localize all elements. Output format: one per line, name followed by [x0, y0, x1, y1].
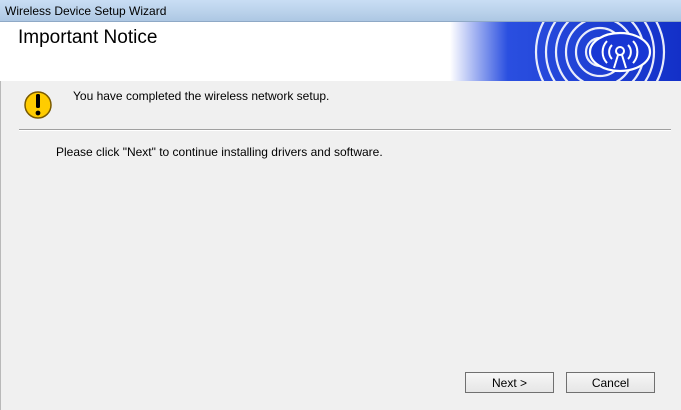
next-button[interactable]: Next >	[465, 372, 554, 393]
separator	[19, 129, 671, 131]
title-bar[interactable]: Wireless Device Setup Wizard	[0, 0, 681, 22]
window-title: Wireless Device Setup Wizard	[5, 4, 167, 18]
cancel-button[interactable]: Cancel	[566, 372, 655, 393]
header-band: Important Notice	[0, 22, 681, 82]
content-area: You have completed the wireless network …	[0, 81, 681, 410]
warning-exclamation-icon	[24, 91, 52, 119]
page-title: Important Notice	[18, 27, 158, 48]
wireless-signal-logo-icon	[450, 22, 681, 81]
instruction-text: Please click "Next" to continue installi…	[56, 145, 383, 159]
wizard-window: Wireless Device Setup Wizard Important N…	[0, 0, 681, 410]
completion-message: You have completed the wireless network …	[73, 89, 330, 103]
